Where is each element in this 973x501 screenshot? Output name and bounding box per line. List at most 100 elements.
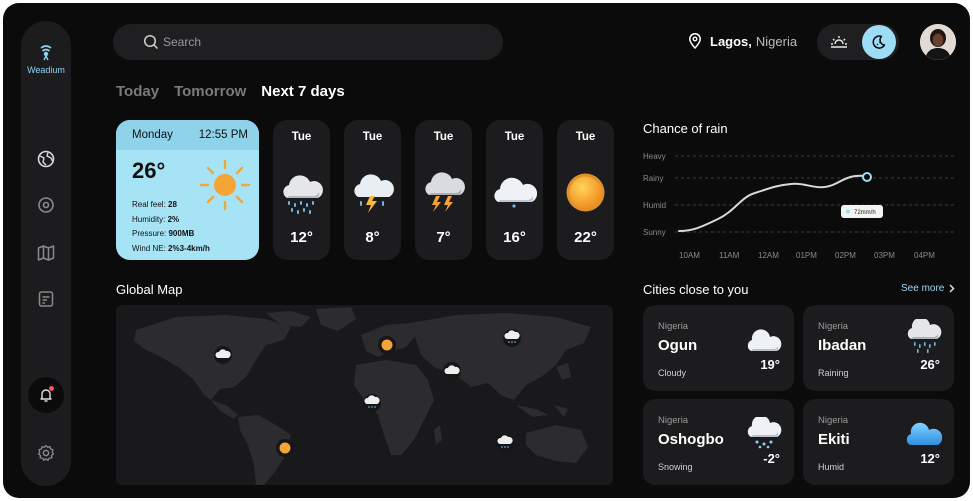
location-target-icon[interactable] xyxy=(36,195,56,215)
moon-icon xyxy=(872,35,886,49)
forecast-temp: 16° xyxy=(503,229,526,246)
sunrise-icon xyxy=(831,36,847,48)
map-marker-cloud[interactable] xyxy=(214,346,232,364)
rain-time-label: 11AM xyxy=(719,251,740,260)
logo-icon xyxy=(40,45,52,61)
forecast-day: Tue xyxy=(291,131,312,143)
thunder-rain-icon xyxy=(354,174,394,213)
rain-chart: Heavy Rainy Humid Sunny 72mm/h 10AM 11AM… xyxy=(643,152,955,260)
rain-time-label: 03PM xyxy=(874,251,895,260)
rain-time-label: 02PM xyxy=(835,251,856,260)
period-tabs: Today Tomorrow Next 7 days xyxy=(116,83,345,100)
tab-today[interactable]: Today xyxy=(116,83,159,100)
app-name: Weadium xyxy=(27,65,65,75)
dark-mode-button[interactable] xyxy=(862,25,896,59)
city-temp: -2° xyxy=(763,451,780,466)
see-more-label: See more xyxy=(901,283,945,294)
tab-tomorrow[interactable]: Tomorrow xyxy=(174,83,246,100)
city-country: Nigeria xyxy=(658,321,689,332)
forecast-temp: 12° xyxy=(290,229,313,246)
gear-icon[interactable] xyxy=(36,443,56,463)
avatar[interactable] xyxy=(920,24,956,60)
map-icon[interactable] xyxy=(36,243,56,263)
map-marker-sun[interactable] xyxy=(276,439,294,457)
today-header: Monday 12:55 PM xyxy=(116,120,259,150)
forecast-temp: 7° xyxy=(436,229,451,246)
map-marker-rain[interactable] xyxy=(503,329,521,347)
rain-time-label: 12AM xyxy=(758,251,779,260)
city-name: Ibadan xyxy=(818,337,867,354)
map-marker-rain[interactable] xyxy=(363,394,381,412)
city-card[interactable]: Nigeria Oshogbo Snowing -2° xyxy=(643,399,794,485)
today-detail-row: Real feel: 28 xyxy=(132,200,177,209)
theme-toggle[interactable] xyxy=(817,24,899,60)
city-temp: 19° xyxy=(760,357,780,372)
world-map xyxy=(134,307,591,485)
search-icon xyxy=(143,34,159,50)
map-marker-rain[interactable] xyxy=(496,434,514,452)
cloud-icon xyxy=(747,329,782,351)
city-temp: 26° xyxy=(920,357,940,372)
brand[interactable]: Weadium xyxy=(21,45,71,75)
city-condition: Raining xyxy=(818,368,849,378)
today-time: 12:55 PM xyxy=(198,129,248,141)
forecast-card[interactable]: Tue 7° xyxy=(415,120,472,260)
today-day: Monday xyxy=(132,129,173,141)
see-more-link[interactable]: See more xyxy=(901,283,955,294)
city-condition: Cloudy xyxy=(658,368,687,378)
forecast-day: Tue xyxy=(504,131,525,143)
tab-next-7-days[interactable]: Next 7 days xyxy=(261,83,344,100)
rain-level-label: Rainy xyxy=(643,174,663,183)
notifications-button[interactable] xyxy=(28,377,64,413)
forecast-temp: 22° xyxy=(574,229,597,246)
location-country: Nigeria xyxy=(755,33,798,49)
thunderstorm-icon xyxy=(425,172,465,212)
map-marker-cloud[interactable] xyxy=(443,362,461,380)
city-card[interactable]: Nigeria Ogun Cloudy 19° xyxy=(643,305,794,391)
today-detail-row: Humidity: 2% xyxy=(132,214,180,224)
city-temp: 12° xyxy=(920,451,940,466)
city-country: Nigeria xyxy=(818,321,849,332)
app-window: Weadium Search Lagos, Nigeria Today Tomo… xyxy=(3,3,970,498)
map-title: Global Map xyxy=(116,282,183,297)
today-detail-row: Pressure: 900MB xyxy=(132,229,195,238)
map-marker-sun[interactable] xyxy=(378,336,396,354)
rain-chart-title: Chance of rain xyxy=(643,121,728,136)
forecast-card[interactable]: Tue 16° xyxy=(486,120,543,260)
rain-cloud-icon xyxy=(907,319,942,353)
light-mode-button[interactable] xyxy=(825,28,853,56)
notification-dot xyxy=(49,386,54,391)
today-card[interactable]: Monday 12:55 PM 26° Real feel: 28 Humidi… xyxy=(116,120,259,260)
rain-time-label: 10AM xyxy=(679,251,700,260)
city-name: Ogun xyxy=(658,337,698,354)
rain-level-label: Heavy xyxy=(643,152,666,161)
today-detail-row: Wind NE: 2%3-4km/h xyxy=(132,243,210,253)
city-condition: Humid xyxy=(818,462,845,472)
forecast-card[interactable]: Tue 8° xyxy=(344,120,401,260)
search-input[interactable] xyxy=(163,35,463,49)
city-condition: Snowing xyxy=(658,462,693,472)
blue-cloud-icon xyxy=(906,422,942,445)
city-card[interactable]: Nigeria Ekiti Humid 12° xyxy=(803,399,954,485)
search-bar[interactable] xyxy=(113,24,503,60)
forecast-day: Tue xyxy=(575,131,596,143)
location[interactable]: Lagos, Nigeria xyxy=(688,33,797,49)
today-temp: 26° xyxy=(132,158,166,183)
rain-level-label: Humid xyxy=(643,201,666,210)
forecast-card[interactable]: Tue 22° xyxy=(557,120,614,260)
forecast-card[interactable]: Tue 12° xyxy=(273,120,330,260)
forecast-day: Tue xyxy=(362,131,383,143)
globe-icon[interactable] xyxy=(36,149,56,169)
cloud-icon xyxy=(494,177,537,208)
cities-title: Cities close to you xyxy=(643,282,749,297)
avatar-image xyxy=(920,24,956,60)
city-name: Oshogbo xyxy=(658,431,724,448)
city-country: Nigeria xyxy=(658,415,689,426)
city-country: Nigeria xyxy=(818,415,849,426)
city-card[interactable]: Nigeria Ibadan Raining 26° xyxy=(803,305,954,391)
location-pin-icon xyxy=(689,33,701,49)
rain-cloud-icon xyxy=(283,175,323,214)
notes-icon[interactable] xyxy=(36,289,56,309)
forecast-temp: 8° xyxy=(365,229,380,246)
global-map[interactable] xyxy=(116,305,613,485)
